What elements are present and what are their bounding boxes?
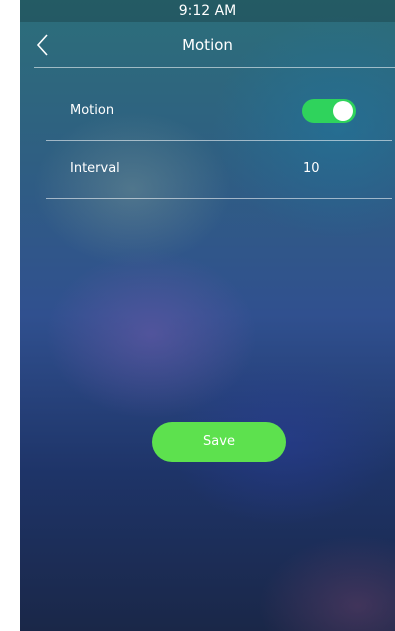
- interval-label: Interval: [70, 161, 120, 176]
- motion-toggle[interactable]: [302, 99, 356, 123]
- interval-value[interactable]: 10: [303, 140, 320, 198]
- header-divider: [34, 67, 395, 68]
- status-time: 9:12 AM: [178, 3, 237, 19]
- status-bar: 9:12 AM: [20, 0, 395, 22]
- page-title: Motion: [182, 36, 233, 54]
- interval-row[interactable]: Interval 10: [46, 140, 392, 199]
- save-button[interactable]: Save: [152, 422, 286, 462]
- motion-label: Motion: [70, 103, 115, 118]
- toggle-knob: [333, 101, 353, 121]
- motion-settings-screen: 9:12 AM Motion Motion Interval 10 Save: [20, 0, 395, 631]
- header-bar: Motion: [20, 22, 395, 68]
- motion-row: Motion: [46, 82, 392, 141]
